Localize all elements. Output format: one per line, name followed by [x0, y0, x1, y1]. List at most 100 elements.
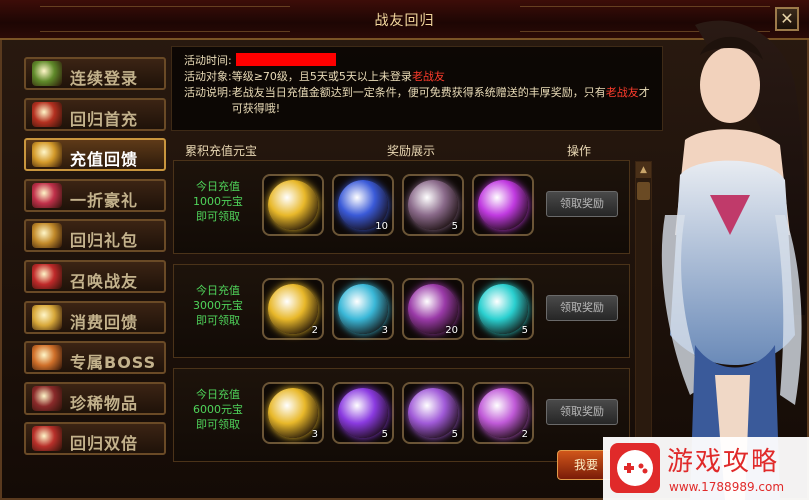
reward-item-slot[interactable]: 20 — [402, 278, 464, 340]
boss-medal-icon — [32, 345, 62, 371]
event-info-panel: 活动时间: 活动对象: 等级≥70级，且5天或5天以上未登录老战友 活动说明: … — [171, 46, 663, 131]
sidebar-item-8[interactable]: 珍稀物品 — [24, 381, 166, 415]
sidebar-item-label: 消费回馈 — [70, 312, 139, 332]
gold-orb-icon — [268, 388, 318, 438]
requirement-line: 即可领取 — [196, 418, 240, 431]
reward-item-count: 5 — [521, 325, 528, 336]
treasure-chest-icon — [32, 223, 62, 249]
requirement-line: 即可领取 — [196, 314, 240, 327]
event-desc-text: 老战友当日充值金额达到一定条件，便可免费获得系统赠送的丰厚奖励，只有 — [231, 86, 606, 99]
reward-item-slot[interactable]: 3 — [262, 382, 324, 444]
event-target-label: 活动对象: — [184, 70, 232, 83]
flag-icon — [32, 263, 62, 289]
col-rewards-header: 奖励展示 — [387, 144, 436, 158]
reward-item-slot[interactable]: 10 — [332, 174, 394, 236]
telescope-icon — [408, 388, 458, 438]
purple-chest-icon — [478, 388, 528, 438]
sidebar-item-0[interactable]: 连续登录 — [24, 57, 166, 90]
reward-item-slot[interactable]: 3 — [332, 278, 394, 340]
money-bag-icon — [32, 142, 62, 168]
event-desc-highlight: 老战友 — [605, 86, 639, 99]
sidebar-item-3[interactable]: 一折豪礼 — [24, 178, 166, 212]
sidebar-item-1[interactable]: 回归首充 — [24, 97, 166, 131]
reward-item-count: 3 — [311, 429, 318, 440]
gold-orb-icon — [268, 284, 318, 334]
requirement-line: 3000元宝 — [193, 299, 243, 312]
heroine-character-art — [661, 20, 807, 500]
watermark-url: www.1788989.com — [669, 480, 785, 494]
event-target-text: 等级≥70级，且5天或5天以上未登录 — [231, 70, 412, 83]
sidebar-item-2[interactable]: 充值回馈 — [24, 138, 166, 172]
armor-icon — [32, 385, 62, 411]
reward-rows: 今日充值 1000元宝 即可领取 10 5 领取奖励 今日充值 3000元宝 即可领取 2 3 20 5… — [173, 160, 630, 472]
event-target-row: 活动对象: 等级≥70级，且5天或5天以上未登录老战友 — [184, 69, 650, 85]
event-desc-label: 活动说明: — [184, 86, 232, 99]
reward-item-slot[interactable] — [472, 174, 534, 236]
reward-requirement: 今日充值 1000元宝 即可领取 — [178, 179, 258, 224]
reward-item-count: 5 — [381, 429, 388, 440]
reward-item-slot[interactable]: 2 — [262, 278, 324, 340]
requirement-line: 即可领取 — [196, 210, 240, 223]
sidebar-item-label: 回归双倍 — [70, 434, 139, 454]
reward-item-slot[interactable]: 2 — [472, 382, 534, 444]
sidebar-item-label: 回归礼包 — [70, 231, 139, 251]
event-sidebar: 连续登录回归首充充值回馈一折豪礼回归礼包召唤战友消费回馈专属BOSS 珍稀物品回归… — [24, 57, 166, 463]
event-time-row: 活动时间: — [184, 53, 650, 69]
reward-requirement: 今日充值 3000元宝 即可领取 — [178, 283, 258, 328]
purple-gem-icon — [338, 388, 388, 438]
reward-table-header: 累积充值元宝 奖励展示 操作 — [171, 139, 661, 161]
sidebar-item-5[interactable]: 召唤战友 — [24, 259, 166, 293]
gift-boxes-icon — [32, 182, 62, 208]
tree-icon — [32, 61, 62, 86]
reward-item-count: 20 — [445, 325, 458, 336]
requirement-line: 1000元宝 — [193, 195, 243, 208]
cyan-orb-icon — [338, 284, 388, 334]
sidebar-item-label: 连续登录 — [70, 69, 139, 88]
reward-item-count: 2 — [521, 429, 528, 440]
reward-item-count: 10 — [375, 221, 388, 232]
requirement-line: 今日充值 — [196, 180, 240, 193]
sidebar-item-4[interactable]: 回归礼包 — [24, 219, 166, 253]
claim-reward-button[interactable]: 领取奖励 — [546, 399, 618, 425]
sidebar-item-label: 一折豪礼 — [70, 190, 139, 210]
sidebar-item-label: 回归首充 — [70, 109, 139, 129]
event-target-highlight: 老战友 — [411, 70, 445, 83]
reward-item-slot[interactable]: 5 — [472, 278, 534, 340]
reward-item-slot[interactable]: 5 — [332, 382, 394, 444]
reward-item-count: 3 — [381, 325, 388, 336]
claim-reward-button[interactable]: 领取奖励 — [546, 295, 618, 321]
watermark-title: 游戏攻略 — [667, 447, 780, 477]
col-action-header: 操作 — [567, 144, 592, 158]
requirement-line: 6000元宝 — [193, 403, 243, 416]
gamepad-logo-icon — [610, 443, 660, 493]
event-time-redacted — [235, 53, 336, 66]
scroll-up-icon[interactable]: ▲ — [636, 162, 651, 178]
sidebar-item-6[interactable]: 消费回馈 — [24, 300, 166, 334]
reward-item-slot[interactable]: 5 — [402, 174, 464, 236]
reward-item-slot[interactable] — [262, 174, 324, 236]
flower-gift-icon — [32, 101, 62, 127]
reward-scrollbar[interactable]: ▲ ▼ — [635, 161, 652, 461]
requirement-line: 今日充值 — [196, 284, 240, 297]
reward-item-count: 2 — [311, 325, 318, 336]
reward-row: 今日充值 1000元宝 即可领取 10 5 领取奖励 — [173, 160, 630, 254]
cyan-scroll-icon — [478, 284, 528, 334]
purple-flame-orb-icon — [478, 180, 528, 230]
sidebar-item-7[interactable]: 专属BOSS — [24, 341, 166, 375]
sidebar-item-label: 专属BOSS — [70, 353, 157, 373]
sidebar-item-9[interactable]: 回归双倍 — [24, 422, 166, 456]
reward-item-slot[interactable]: 5 — [402, 382, 464, 444]
site-watermark: 游戏攻略 www.1788989.com — [603, 437, 809, 500]
reward-row: 今日充值 3000元宝 即可领取 2 3 20 5 领取奖励 — [173, 264, 630, 358]
gold-orb-icon — [268, 180, 318, 230]
claim-reward-button[interactable]: 领取奖励 — [546, 191, 618, 217]
scroll-thumb[interactable] — [637, 182, 650, 200]
scroll-icon — [32, 426, 62, 452]
bone-scroll-icon — [408, 180, 458, 230]
sidebar-item-label: 召唤战友 — [70, 271, 139, 291]
sidebar-item-label: 珍稀物品 — [70, 393, 139, 413]
event-desc-row: 活动说明: 老战友当日充值金额达到一定条件，便可免费获得系统赠送的丰厚奖励，只有… — [184, 85, 650, 117]
reward-row: 今日充值 6000元宝 即可领取 3 5 5 2 领取奖励 — [173, 368, 630, 462]
reward-item-count: 5 — [451, 221, 458, 232]
reward-requirement: 今日充值 6000元宝 即可领取 — [178, 387, 258, 432]
